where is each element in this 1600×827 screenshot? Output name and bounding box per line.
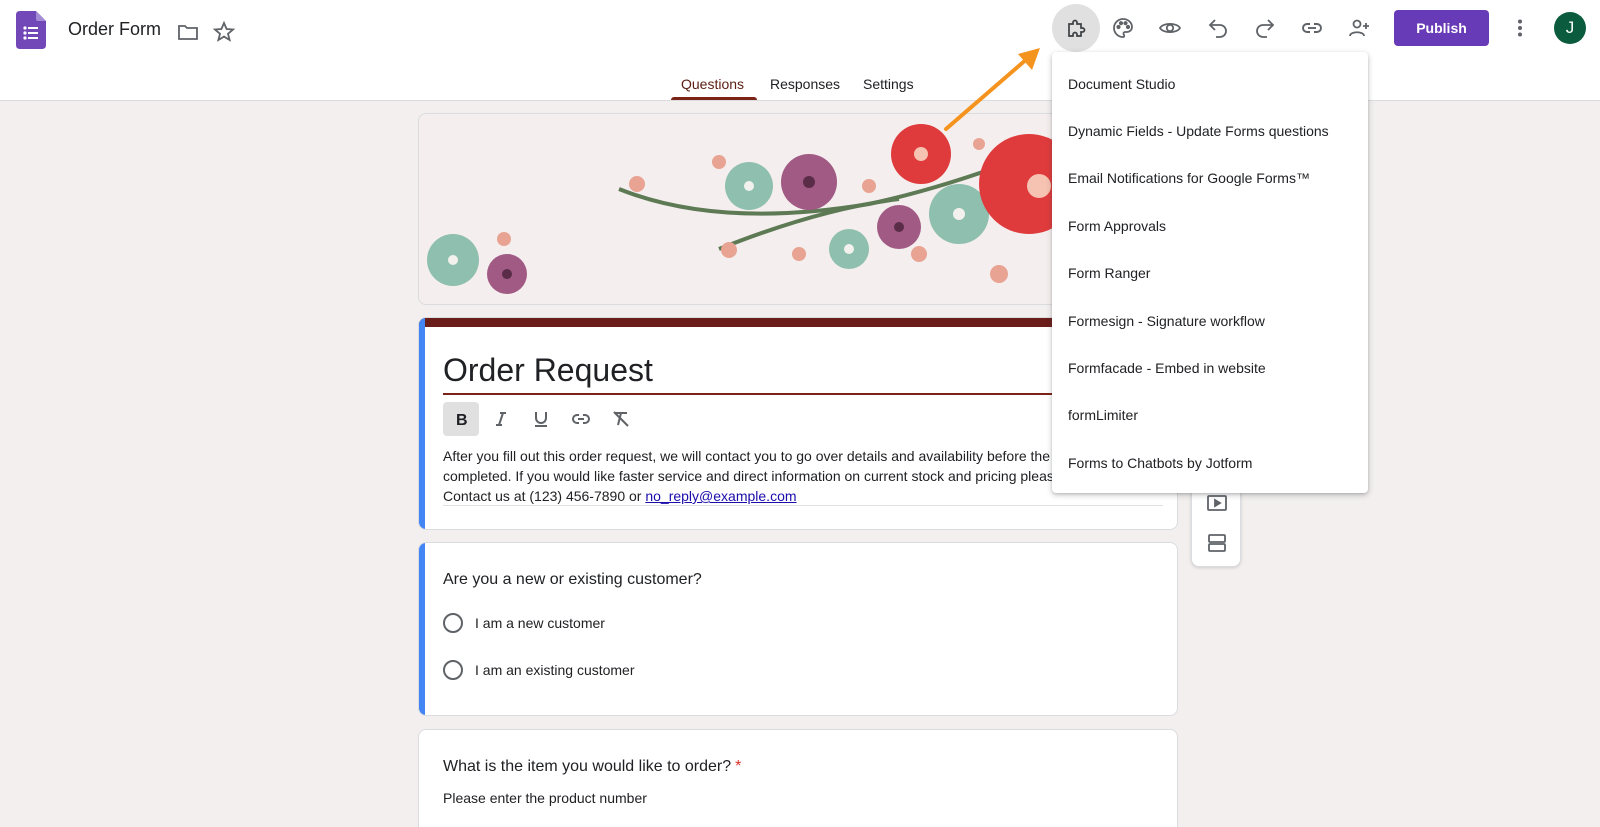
customize-theme-button[interactable] [1099, 4, 1147, 52]
redo-button[interactable] [1241, 4, 1289, 52]
clear-format-icon [613, 411, 629, 427]
clear-formatting-button[interactable] [603, 402, 639, 436]
puzzle-icon [1068, 19, 1086, 37]
menu-item-formesign[interactable]: Formesign - Signature workflow [1052, 297, 1368, 344]
email-link[interactable]: no_reply@example.com [645, 488, 796, 504]
add-section-icon[interactable] [1205, 531, 1229, 555]
focus-indicator [419, 318, 425, 529]
tab-responses[interactable]: Responses [770, 76, 840, 92]
bold-icon: B [456, 412, 468, 429]
required-asterisk: * [735, 758, 742, 775]
preview-button[interactable] [1146, 4, 1194, 52]
radio-option[interactable]: I am an existing customer [443, 660, 635, 680]
copy-link-button[interactable] [1288, 4, 1336, 52]
menu-item-document-studio[interactable]: Document Studio [1052, 60, 1368, 107]
menu-item-dynamic-fields[interactable]: Dynamic Fields - Update Forms questions [1052, 107, 1368, 154]
publish-button[interactable]: Publish [1394, 10, 1489, 46]
menu-item-forms-to-chatbots[interactable]: Forms to Chatbots by Jotform [1052, 439, 1368, 486]
forms-logo-icon[interactable] [16, 11, 46, 49]
folder-icon[interactable] [176, 20, 200, 44]
active-tab-indicator [671, 97, 757, 100]
question-title[interactable]: What is the item you would like to order… [443, 758, 741, 776]
addons-button[interactable] [1052, 4, 1100, 52]
insert-link-button[interactable] [563, 402, 599, 436]
tab-questions[interactable]: Questions [681, 76, 744, 92]
undo-icon [1208, 19, 1227, 38]
question-card[interactable]: Are you a new or existing customer? I am… [418, 542, 1178, 716]
svg-text:B: B [456, 412, 468, 429]
italic-button[interactable] [483, 402, 519, 436]
link-icon [1302, 23, 1322, 33]
addons-dropdown-menu: Document Studio Dynamic Fields - Update … [1052, 52, 1368, 493]
person-add-icon [1349, 19, 1369, 37]
menu-item-formlimiter[interactable]: formLimiter [1052, 392, 1368, 439]
option-label: I am an existing customer [475, 662, 635, 678]
question-text: What is the item you would like to order… [443, 758, 732, 775]
more-vert-icon [1518, 19, 1522, 37]
add-collaborators-button[interactable] [1335, 4, 1383, 52]
menu-item-form-approvals[interactable]: Form Approvals [1052, 202, 1368, 249]
question-description[interactable]: Please enter the product number [443, 790, 647, 806]
form-description[interactable]: After you fill out this order request, w… [443, 446, 1153, 506]
focus-indicator [419, 543, 425, 715]
radio-button[interactable] [443, 660, 463, 680]
menu-item-email-notifications[interactable]: Email Notifications for Google Forms™ [1052, 155, 1368, 202]
description-underline [443, 505, 1163, 506]
tab-settings[interactable]: Settings [863, 76, 914, 92]
question-title[interactable]: Are you a new or existing customer? [443, 571, 702, 589]
star-icon[interactable] [212, 20, 236, 44]
menu-item-formfacade[interactable]: Formfacade - Embed in website [1052, 344, 1368, 391]
document-title[interactable]: Order Form [68, 19, 161, 40]
italic-icon [496, 412, 506, 426]
eye-icon [1158, 22, 1182, 34]
underline-button[interactable] [523, 402, 559, 436]
undo-button[interactable] [1194, 4, 1242, 52]
form-title[interactable]: Order Request [443, 352, 653, 389]
avatar[interactable]: J [1554, 12, 1586, 44]
link-icon [572, 414, 590, 424]
radio-button[interactable] [443, 613, 463, 633]
add-video-icon[interactable] [1205, 491, 1229, 515]
question-card[interactable]: What is the item you would like to order… [418, 729, 1178, 827]
radio-option[interactable]: I am a new customer [443, 613, 605, 633]
underline-icon [535, 412, 547, 427]
more-options-button[interactable] [1498, 6, 1542, 50]
bold-button[interactable]: B [443, 402, 479, 436]
option-label: I am a new customer [475, 615, 605, 631]
palette-icon [1113, 18, 1133, 38]
menu-item-form-ranger[interactable]: Form Ranger [1052, 250, 1368, 297]
format-toolbar: B [443, 402, 639, 438]
redo-icon [1256, 19, 1275, 38]
